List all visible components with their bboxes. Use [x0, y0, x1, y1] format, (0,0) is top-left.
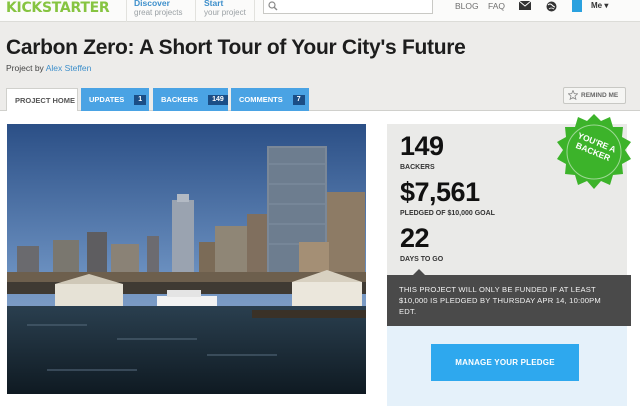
- remind-me-label: REMIND ME: [581, 92, 619, 99]
- search-icon: [268, 1, 278, 11]
- globe-icon[interactable]: [546, 1, 557, 12]
- byline: Project by Alex Steffen: [6, 63, 91, 73]
- backers-count: 149: [400, 131, 444, 161]
- nav-divider: [126, 0, 127, 22]
- top-nav: KICKSTARTER Discover great projects Star…: [0, 0, 640, 22]
- search-input[interactable]: [263, 0, 433, 14]
- tab-count: 1: [134, 95, 147, 106]
- tab-backers[interactable]: Backers 149: [153, 88, 228, 111]
- days-label: Days to go: [400, 256, 444, 263]
- backers-label: Backers: [400, 164, 435, 171]
- nav-faq-link[interactable]: FAQ: [488, 1, 505, 11]
- tab-label: Project Home: [15, 96, 76, 105]
- tab-project-home[interactable]: Project Home: [6, 88, 78, 111]
- creator-link[interactable]: Alex Steffen: [46, 63, 92, 73]
- tab-comments[interactable]: Comments 7: [231, 88, 309, 111]
- nav-blog-link[interactable]: BLOG: [455, 1, 479, 11]
- pledged-label: Pledged of $10,000 goal: [400, 210, 495, 217]
- nav-discover[interactable]: Discover great projects: [134, 0, 182, 18]
- remind-me-button[interactable]: REMIND ME: [563, 87, 626, 104]
- project-video-thumbnail[interactable]: [7, 124, 366, 394]
- user-menu[interactable]: Me ▾: [591, 1, 608, 10]
- byline-prefix: Project by: [6, 63, 44, 73]
- logo-starter: STARTER: [41, 0, 110, 16]
- nav-start-label: Start: [204, 0, 224, 8]
- funding-notice: This project will only be funded if at l…: [387, 275, 631, 326]
- tab-label: Updates: [89, 95, 125, 104]
- star-icon: [568, 90, 578, 100]
- nav-start[interactable]: Start your project: [204, 0, 246, 18]
- tab-updates[interactable]: Updates 1: [81, 88, 149, 111]
- nav-start-sub: your project: [204, 8, 246, 17]
- tab-count: 7: [292, 95, 305, 106]
- manage-pledge-button[interactable]: Manage Your Pledge: [431, 344, 579, 381]
- days-count: 22: [400, 223, 430, 253]
- kickstarter-logo[interactable]: KICKSTARTER: [6, 0, 110, 16]
- tab-label: Backers: [161, 95, 199, 104]
- tab-count: 149: [208, 95, 228, 106]
- mail-icon[interactable]: [519, 1, 531, 10]
- nav-discover-label: Discover: [134, 0, 170, 8]
- pledged-amount: $7,561: [400, 177, 480, 207]
- nav-discover-sub: great projects: [134, 8, 183, 17]
- tab-label: Comments: [239, 95, 283, 104]
- logo-kick: KICK: [6, 0, 42, 16]
- avatar[interactable]: [572, 0, 582, 12]
- nav-divider: [254, 0, 255, 22]
- page-title: Carbon Zero: A Short Tour of Your City's…: [6, 36, 466, 59]
- nav-divider: [195, 0, 196, 22]
